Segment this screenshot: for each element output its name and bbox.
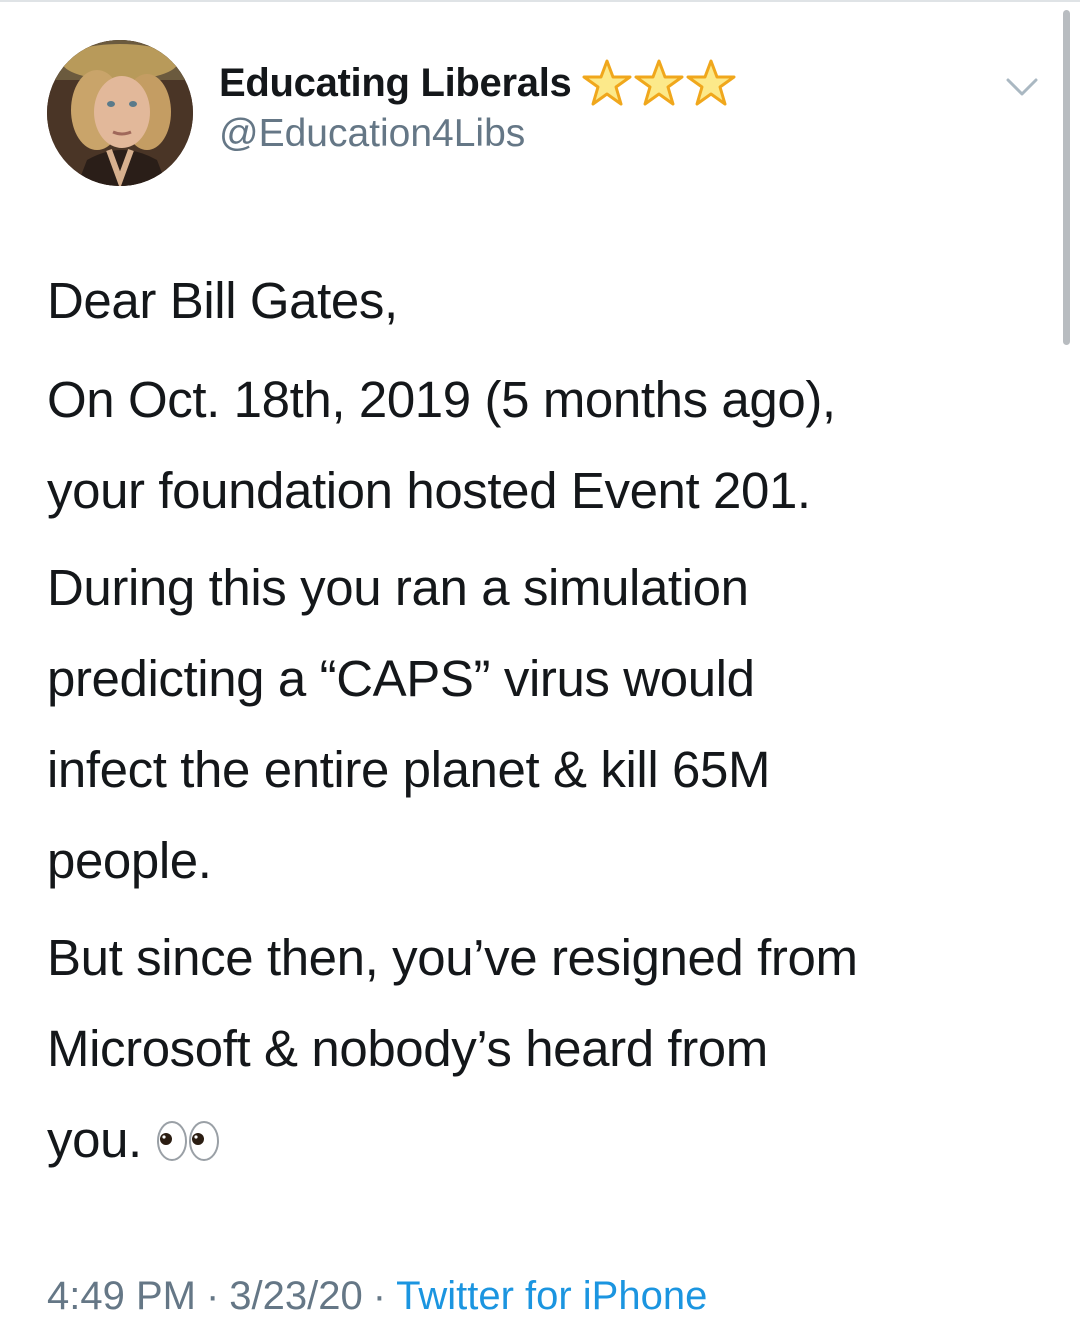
chevron-down-icon[interactable] (1002, 72, 1042, 102)
tweet-header: Educating Liberals @Education4Libs (47, 40, 1047, 190)
tweet-line: your foundation hosted Event 201. (47, 462, 811, 519)
author-handle[interactable]: @Education4Libs (219, 112, 737, 156)
tweet-source-link[interactable]: Twitter for iPhone (396, 1274, 707, 1318)
tweet-line: Dear Bill Gates, (47, 272, 398, 329)
tweet-line: people. (47, 832, 212, 889)
meta-separator: · (372, 1274, 387, 1318)
star-icon (581, 58, 633, 108)
tweet-paragraph: But since then, you’ve resigned from Mic… (47, 912, 1037, 1185)
meta-separator: · (205, 1274, 220, 1318)
tweet-date[interactable]: 3/23/20 (229, 1274, 362, 1318)
scrollbar-thumb[interactable] (1063, 10, 1070, 345)
tweet-line: During this you ran a simulation (47, 559, 749, 616)
star-badges (581, 58, 737, 108)
tweet-line: predicting a “CAPS” virus would (47, 650, 755, 707)
tweet-paragraph: During this you ran a simulation predict… (47, 542, 1037, 906)
author-info: Educating Liberals @Education4Libs (219, 58, 737, 156)
top-divider (0, 0, 1080, 2)
tweet-line: you. (47, 1111, 142, 1168)
tweet-time: 4:49 PM (47, 1274, 196, 1318)
tweet-text: Dear Bill Gates, On Oct. 18th, 2019 (5 m… (47, 255, 1037, 1191)
eyes-icon (156, 1119, 220, 1163)
star-icon (633, 58, 685, 108)
star-icon (685, 58, 737, 108)
display-name[interactable]: Educating Liberals (219, 61, 572, 106)
tweet-paragraph: On Oct. 18th, 2019 (5 months ago), your … (47, 354, 1037, 536)
tweet-line: Microsoft & nobody’s heard from (47, 1020, 768, 1077)
avatar[interactable] (47, 40, 193, 186)
tweet-line: On Oct. 18th, 2019 (5 months ago), (47, 371, 836, 428)
tweet-line: But since then, you’ve resigned from (47, 929, 858, 986)
tweet-meta: 4:49 PM · 3/23/20 · Twitter for iPhone (47, 1274, 707, 1319)
tweet-paragraph: Dear Bill Gates, (47, 255, 1037, 346)
tweet-line: infect the entire planet & kill 65M (47, 741, 771, 798)
display-name-row: Educating Liberals (219, 58, 737, 108)
